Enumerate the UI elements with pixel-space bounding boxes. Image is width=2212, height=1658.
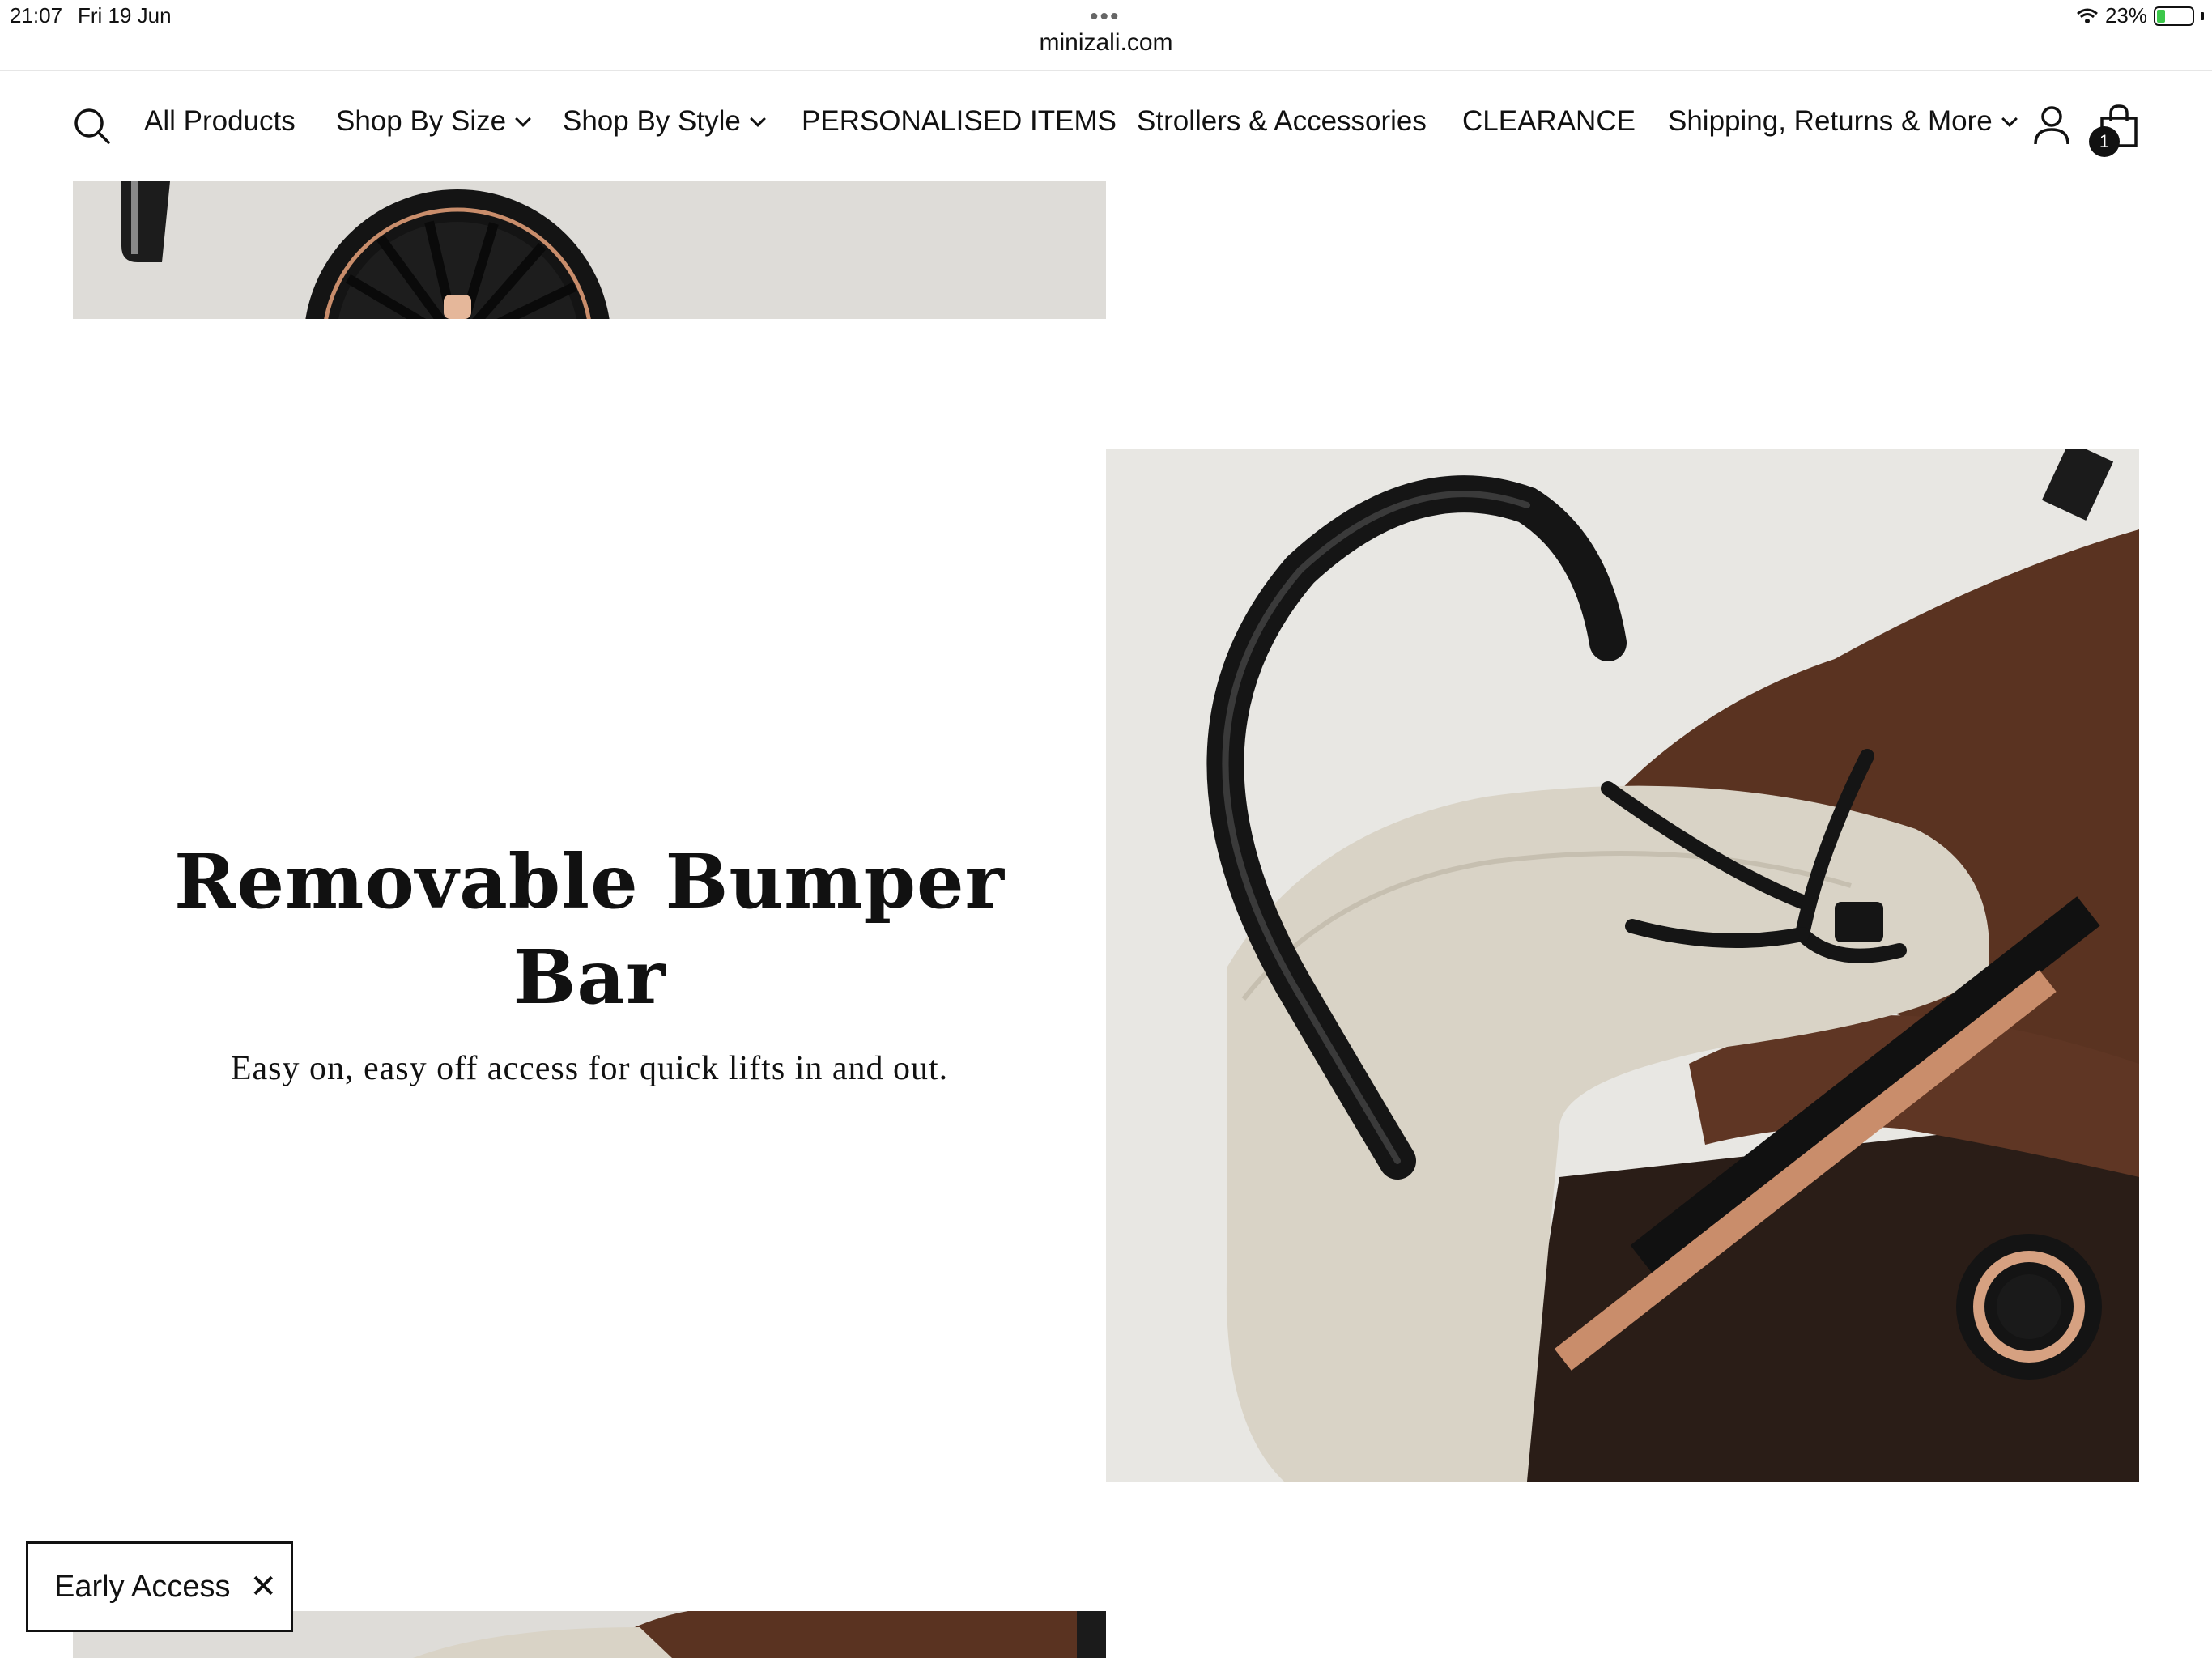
early-access-label: Early Access (54, 1569, 231, 1604)
nav-item-label: PERSONALISED ITEMS (802, 105, 1117, 137)
product-image-bumper-bar (1106, 449, 2139, 1482)
chevron-down-icon (515, 111, 532, 127)
address-bar-url[interactable]: minizali.com (0, 29, 2212, 57)
battery-icon (2154, 6, 2194, 26)
early-access-button[interactable]: Early Access ✕ (26, 1541, 293, 1632)
nav-shop-by-size[interactable]: Shop By Size (336, 105, 532, 138)
nav-item-label: Strollers & Accessories (1137, 105, 1427, 137)
nav-personalised-items[interactable]: PERSONALISED ITEMS (802, 105, 1117, 138)
nav-all-products[interactable]: All Products (144, 105, 296, 138)
search-icon[interactable] (73, 107, 110, 144)
product-image-wheels (73, 181, 1106, 319)
status-right: 23% (2076, 3, 2204, 28)
battery-cap (2201, 11, 2204, 20)
nav-item-label: CLEARANCE (1462, 105, 1636, 137)
account-icon[interactable] (2032, 105, 2071, 146)
nav-strollers-accessories[interactable]: Strollers & Accessories (1137, 105, 1427, 138)
status-time: 21:07 (10, 3, 63, 28)
wifi-icon (2076, 8, 2098, 23)
feature-subtitle: Easy on, easy off access for quick lifts… (230, 1050, 949, 1087)
battery-percent: 23% (2104, 3, 2147, 28)
nav-item-label: Shop By Style (563, 105, 741, 137)
multitasking-dots-icon[interactable]: ••• (1090, 3, 1121, 31)
nav-item-label: Shop By Size (336, 105, 507, 137)
cart-count-badge[interactable]: 1 (2089, 126, 2120, 157)
close-icon[interactable]: ✕ (250, 1571, 278, 1603)
nav-shipping-returns-more[interactable]: Shipping, Returns & More (1668, 105, 2018, 138)
nav-clearance[interactable]: CLEARANCE (1462, 105, 1636, 138)
chevron-down-icon (749, 111, 766, 127)
feature-title: Removable Bumper Bar (174, 838, 1005, 1021)
nav-item-label: All Products (144, 105, 296, 137)
nav-shop-by-style[interactable]: Shop By Style (563, 105, 766, 138)
chevron-down-icon (2001, 111, 2018, 127)
site-header-nav: All Products Shop By Size Shop By Style … (0, 73, 2212, 181)
status-date: Fri 19 Jun (78, 3, 172, 28)
nav-item-label: Shipping, Returns & More (1668, 105, 1993, 137)
browser-status-bar: 21:07 Fri 19 Jun ••• minizali.com 23% (0, 0, 2212, 71)
